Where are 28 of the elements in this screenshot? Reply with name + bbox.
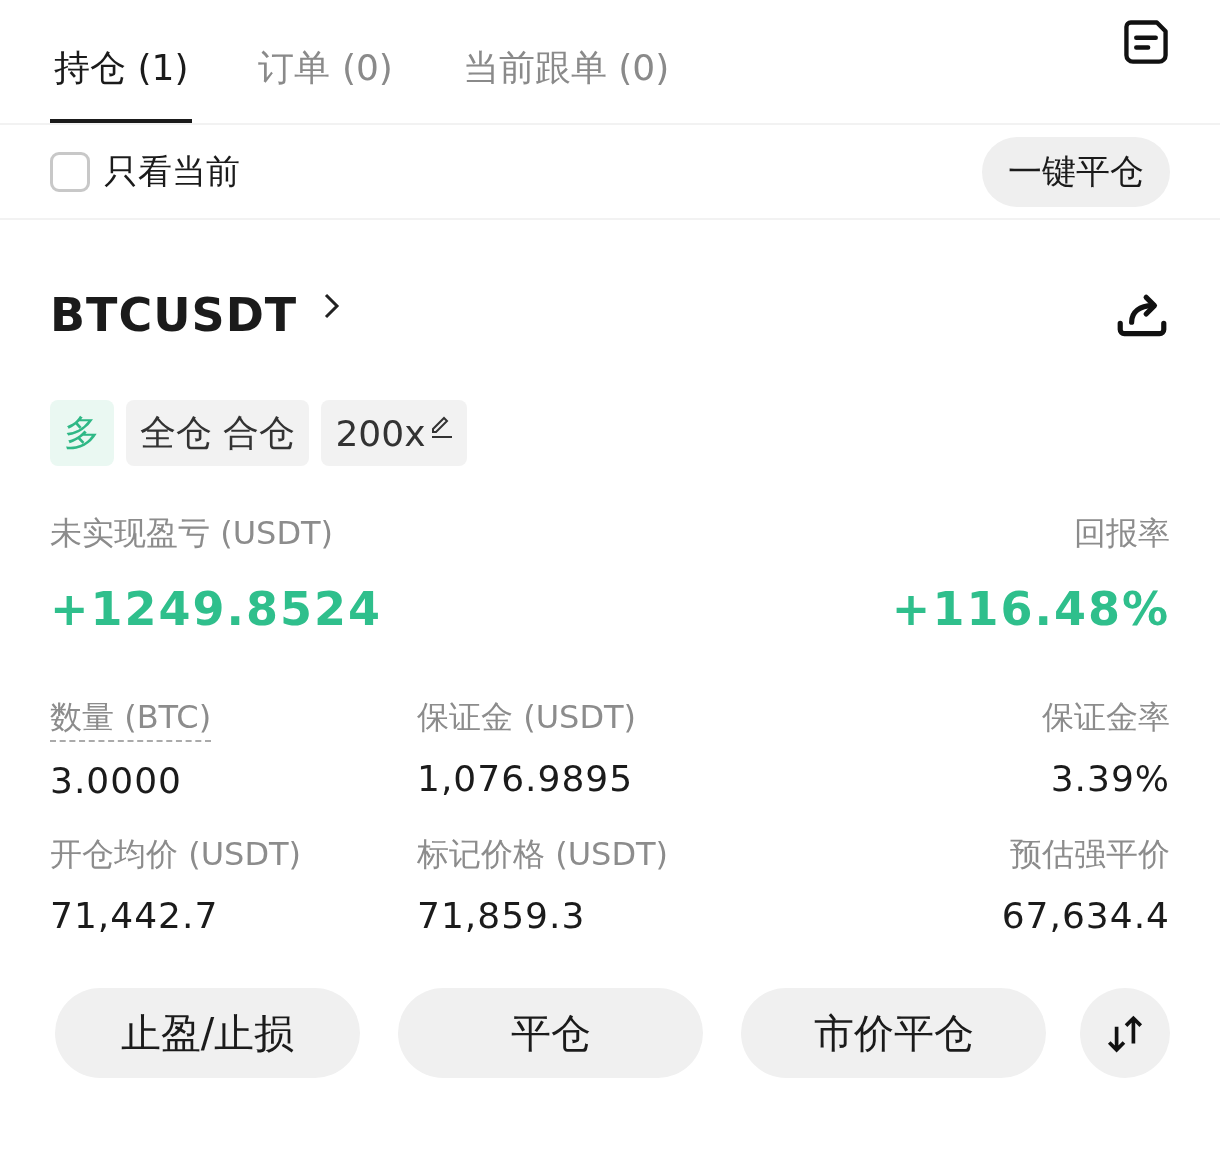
side-tag: 多 (50, 400, 114, 466)
action-button[interactable]: 平仓 (398, 988, 703, 1078)
stat-label: 保证金率 (1042, 697, 1170, 738)
checkbox-label: 只看当前 (104, 149, 240, 193)
roe-value: +116.48% (891, 582, 1170, 636)
stat-value: 1,076.9895 (417, 758, 634, 799)
stat-label: 预估强平价 (1010, 834, 1170, 875)
symbol-name[interactable]: BTCUSDT (50, 288, 298, 342)
action-button[interactable]: 止盈/止损 (55, 988, 360, 1078)
checkbox[interactable] (50, 151, 90, 192)
stat-value: 71,442.7 (50, 895, 219, 936)
roe-label: 回报率 (1074, 513, 1170, 554)
stat-label: 开仓均价 (USDT) (50, 834, 302, 875)
tab[interactable]: 持仓 (1) (50, 44, 193, 123)
leverage-value: 200x (335, 412, 426, 454)
action-button[interactable]: 市价平仓 (741, 988, 1046, 1078)
pnl-value: +1249.8524 (50, 582, 383, 636)
chevron-icon[interactable] (323, 292, 342, 320)
pnl-label: 未实现盈亏 (USDT) (50, 513, 335, 554)
stat-value: 67,634.4 (1001, 895, 1170, 936)
margin-mode-tag: 全仓 合仓 (126, 400, 310, 466)
stat-value: 3.0000 (50, 760, 182, 801)
close-all-button[interactable]: 一键平仓 (982, 136, 1170, 207)
leverage-tag[interactable]: 200x (321, 400, 468, 466)
stat-value: 3.39% (1050, 758, 1170, 799)
stat-label: 保证金 (USDT) (417, 697, 637, 738)
stat-label: 标记价格 (USDT) (417, 834, 669, 875)
stat-value: 71,859.3 (417, 895, 586, 936)
